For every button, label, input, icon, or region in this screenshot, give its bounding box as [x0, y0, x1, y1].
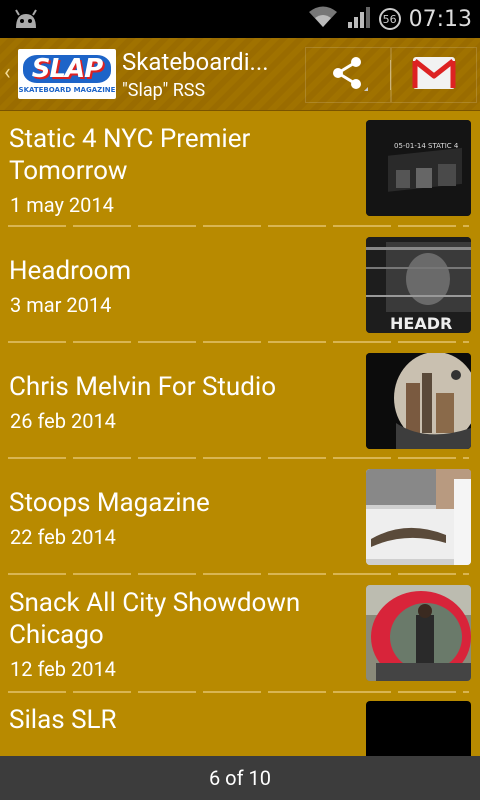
page-indicator-bar: 6 of 10: [0, 756, 480, 800]
separator: [8, 457, 469, 459]
android-robot-icon: [12, 6, 40, 34]
gmail-icon: [412, 56, 456, 94]
list-item[interactable]: Static 4 NYC Premier Tomorrow 1 may 2014…: [0, 111, 480, 228]
app-logo[interactable]: SLAP SKATEBOARD MAGAZINE: [18, 49, 116, 99]
action-bar-title: Skateboardi...: [122, 48, 269, 76]
item-thumbnail: [366, 701, 471, 761]
item-thumbnail: 05-01-14 STATIC 4: [366, 120, 471, 216]
item-thumbnail: [366, 585, 471, 681]
list-item[interactable]: Silas SLR: [0, 694, 480, 761]
wifi-icon: [307, 5, 339, 33]
separator: [8, 691, 469, 693]
clock: 07:13: [408, 6, 472, 32]
page-indicator: 6 of 10: [208, 766, 271, 790]
action-bar-subtitle: "Slap" RSS: [122, 80, 206, 101]
signal-icon: [347, 5, 371, 33]
item-title: Silas SLR: [9, 705, 117, 735]
item-thumbnail: [366, 353, 471, 449]
separator: [8, 341, 469, 343]
item-date: 1 may 2014: [10, 193, 114, 217]
item-date: 22 feb 2014: [10, 525, 116, 549]
battery-badge: 56: [378, 8, 401, 30]
list-item[interactable]: Snack All City Showdown Chicago 12 feb 2…: [0, 576, 480, 694]
item-date: 12 feb 2014: [10, 657, 116, 681]
share-button[interactable]: [305, 47, 391, 103]
share-icon: [328, 53, 368, 97]
separator: [8, 225, 469, 227]
item-title: Chris Melvin For Studio: [9, 372, 277, 402]
item-title: Snack All City Showdown Chicago: [9, 588, 301, 650]
back-chevron-icon[interactable]: ‹: [4, 60, 11, 85]
logo-subtitle: SKATEBOARD MAGAZINE: [18, 85, 116, 94]
list-item[interactable]: Stoops Magazine 22 feb 2014: [0, 460, 480, 576]
logo-word: SLAP: [23, 54, 111, 84]
separator: [8, 573, 469, 575]
action-bar: ‹ SLAP SKATEBOARD MAGAZINE Skateboardi..…: [0, 38, 480, 111]
item-title: Static 4 NYC Premier Tomorrow: [9, 124, 251, 186]
item-thumbnail: HEADR: [366, 237, 471, 333]
status-bar: 56 07:13: [0, 0, 480, 38]
list-item[interactable]: Headroom 3 mar 2014 HEADR: [0, 228, 480, 344]
article-list: Static 4 NYC Premier Tomorrow 1 may 2014…: [0, 111, 480, 761]
item-date: 26 feb 2014: [10, 409, 116, 433]
item-thumbnail: [366, 469, 471, 565]
thumb-caption: HEADR: [390, 314, 452, 333]
item-date: 3 mar 2014: [10, 293, 112, 317]
item-title: Headroom: [9, 256, 132, 286]
thumb-caption: 05-01-14 STATIC 4: [394, 142, 459, 150]
item-title: Stoops Magazine: [9, 488, 210, 518]
gmail-button[interactable]: [391, 47, 477, 103]
list-item[interactable]: Chris Melvin For Studio 26 feb 2014: [0, 344, 480, 460]
